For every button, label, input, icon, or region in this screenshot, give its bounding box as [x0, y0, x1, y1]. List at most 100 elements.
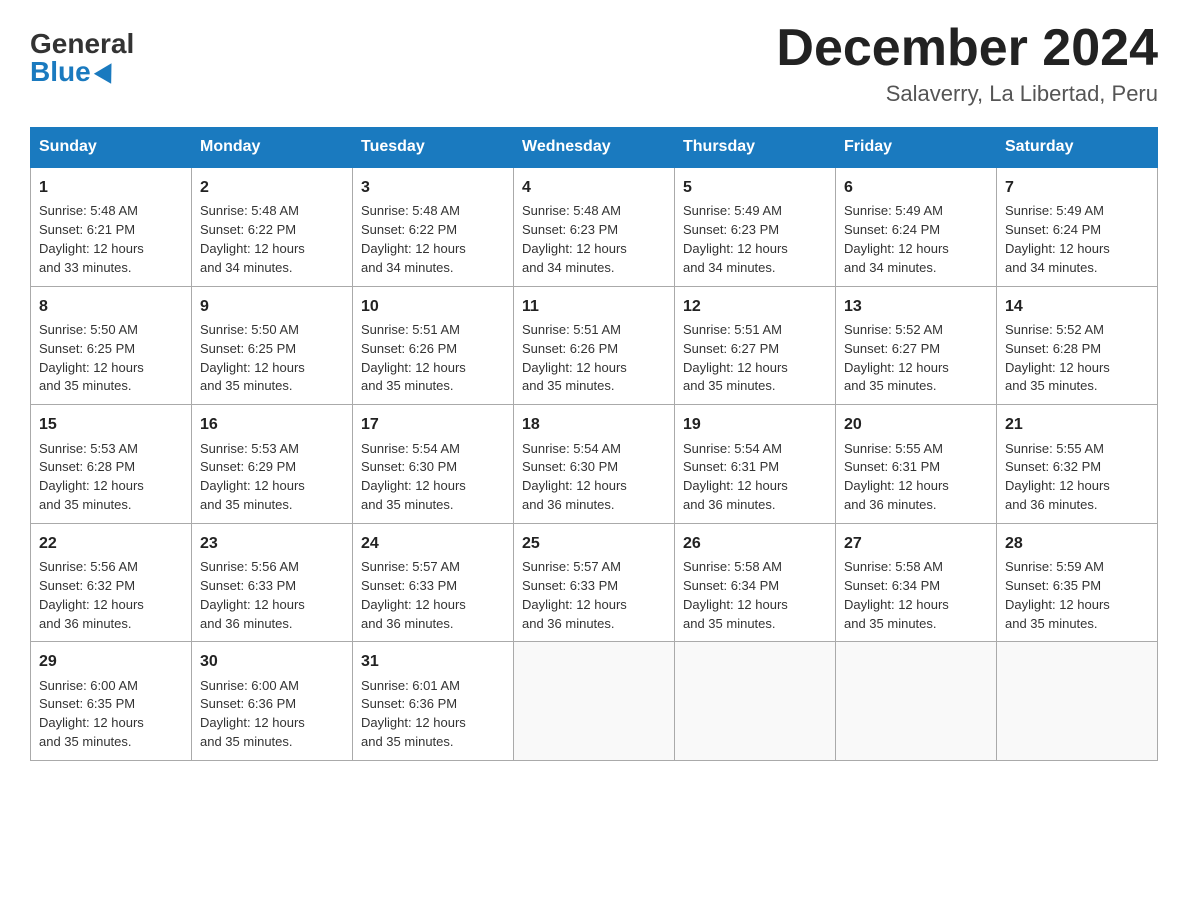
day-number: 27 [844, 532, 988, 555]
calendar-header: SundayMondayTuesdayWednesdayThursdayFrid… [31, 128, 1158, 168]
day-info: Sunrise: 5:51 AMSunset: 6:27 PMDaylight:… [683, 322, 788, 394]
day-info: Sunrise: 5:56 AMSunset: 6:32 PMDaylight:… [39, 559, 144, 631]
col-header-sunday: Sunday [31, 128, 192, 168]
calendar-week-row: 8Sunrise: 5:50 AMSunset: 6:25 PMDaylight… [31, 286, 1158, 405]
calendar-cell: 8Sunrise: 5:50 AMSunset: 6:25 PMDaylight… [31, 286, 192, 405]
day-info: Sunrise: 6:01 AMSunset: 6:36 PMDaylight:… [361, 678, 466, 750]
calendar-cell: 9 Sunrise: 5:50 AMSunset: 6:25 PMDaylight… [192, 286, 353, 405]
day-info: Sunrise: 5:48 AMSunset: 6:22 PMDaylight:… [361, 203, 466, 275]
day-info: Sunrise: 5:49 AMSunset: 6:23 PMDaylight:… [683, 203, 788, 275]
day-info: Sunrise: 5:55 AMSunset: 6:31 PMDaylight:… [844, 441, 949, 513]
calendar-cell: 22 Sunrise: 5:56 AMSunset: 6:32 PMDayligh… [31, 523, 192, 642]
calendar-week-row: 22 Sunrise: 5:56 AMSunset: 6:32 PMDayligh… [31, 523, 1158, 642]
day-info: Sunrise: 5:49 AMSunset: 6:24 PMDaylight:… [1005, 203, 1110, 275]
day-info: Sunrise: 5:55 AMSunset: 6:32 PMDaylight:… [1005, 441, 1110, 513]
calendar-week-row: 15 Sunrise: 5:53 AMSunset: 6:28 PMDayligh… [31, 405, 1158, 524]
day-number: 18 [522, 413, 666, 436]
calendar-cell: 12 Sunrise: 5:51 AMSunset: 6:27 PMDayligh… [675, 286, 836, 405]
day-number: 10 [361, 295, 505, 318]
day-number: 21 [1005, 413, 1149, 436]
calendar-cell: 21 Sunrise: 5:55 AMSunset: 6:32 PMDayligh… [997, 405, 1158, 524]
day-info: Sunrise: 5:54 AMSunset: 6:30 PMDaylight:… [361, 441, 466, 513]
day-info: Sunrise: 5:48 AMSunset: 6:23 PMDaylight:… [522, 203, 627, 275]
day-number: 9 [200, 295, 344, 318]
calendar-cell: 4Sunrise: 5:48 AMSunset: 6:23 PMDaylight… [514, 167, 675, 286]
day-number: 20 [844, 413, 988, 436]
day-number: 15 [39, 413, 183, 436]
day-number: 1 [39, 176, 183, 199]
calendar-cell: 19Sunrise: 5:54 AMSunset: 6:31 PMDayligh… [675, 405, 836, 524]
day-info: Sunrise: 5:52 AMSunset: 6:28 PMDaylight:… [1005, 322, 1110, 394]
logo-general-text: General [30, 30, 134, 58]
calendar-cell: 14 Sunrise: 5:52 AMSunset: 6:28 PMDayligh… [997, 286, 1158, 405]
calendar-cell: 18Sunrise: 5:54 AMSunset: 6:30 PMDayligh… [514, 405, 675, 524]
day-info: Sunrise: 5:59 AMSunset: 6:35 PMDaylight:… [1005, 559, 1110, 631]
day-info: Sunrise: 5:52 AMSunset: 6:27 PMDaylight:… [844, 322, 949, 394]
day-info: Sunrise: 5:53 AMSunset: 6:29 PMDaylight:… [200, 441, 305, 513]
col-header-tuesday: Tuesday [353, 128, 514, 168]
day-number: 12 [683, 295, 827, 318]
day-number: 29 [39, 650, 183, 673]
calendar-body: 1 Sunrise: 5:48 AMSunset: 6:21 PMDaylight… [31, 167, 1158, 760]
day-info: Sunrise: 5:50 AMSunset: 6:25 PMDaylight:… [200, 322, 305, 394]
calendar-cell: 20 Sunrise: 5:55 AMSunset: 6:31 PMDayligh… [836, 405, 997, 524]
calendar-cell [997, 642, 1158, 761]
day-number: 24 [361, 532, 505, 555]
day-info: Sunrise: 5:58 AMSunset: 6:34 PMDaylight:… [844, 559, 949, 631]
day-info: Sunrise: 5:51 AMSunset: 6:26 PMDaylight:… [361, 322, 466, 394]
day-number: 7 [1005, 176, 1149, 199]
calendar-cell: 10 Sunrise: 5:51 AMSunset: 6:26 PMDayligh… [353, 286, 514, 405]
day-info: Sunrise: 5:50 AMSunset: 6:25 PMDaylight:… [39, 322, 144, 394]
day-info: Sunrise: 5:56 AMSunset: 6:33 PMDaylight:… [200, 559, 305, 631]
calendar-cell: 11 Sunrise: 5:51 AMSunset: 6:26 PMDayligh… [514, 286, 675, 405]
calendar-cell: 7 Sunrise: 5:49 AMSunset: 6:24 PMDaylight… [997, 167, 1158, 286]
day-number: 28 [1005, 532, 1149, 555]
day-info: Sunrise: 5:51 AMSunset: 6:26 PMDaylight:… [522, 322, 627, 394]
calendar-title: December 2024 [776, 20, 1158, 77]
day-info: Sunrise: 5:58 AMSunset: 6:34 PMDaylight:… [683, 559, 788, 631]
day-number: 2 [200, 176, 344, 199]
day-number: 23 [200, 532, 344, 555]
day-number: 30 [200, 650, 344, 673]
day-number: 3 [361, 176, 505, 199]
day-info: Sunrise: 5:49 AMSunset: 6:24 PMDaylight:… [844, 203, 949, 275]
calendar-cell: 23 Sunrise: 5:56 AMSunset: 6:33 PMDayligh… [192, 523, 353, 642]
day-info: Sunrise: 5:48 AMSunset: 6:21 PMDaylight:… [39, 203, 144, 275]
calendar-cell [836, 642, 997, 761]
col-header-thursday: Thursday [675, 128, 836, 168]
day-info: Sunrise: 6:00 AMSunset: 6:35 PMDaylight:… [39, 678, 144, 750]
day-number: 25 [522, 532, 666, 555]
calendar-cell: 16 Sunrise: 5:53 AMSunset: 6:29 PMDayligh… [192, 405, 353, 524]
day-number: 14 [1005, 295, 1149, 318]
day-number: 17 [361, 413, 505, 436]
calendar-cell: 3 Sunrise: 5:48 AMSunset: 6:22 PMDaylight… [353, 167, 514, 286]
day-info: Sunrise: 5:53 AMSunset: 6:28 PMDaylight:… [39, 441, 144, 513]
col-header-monday: Monday [192, 128, 353, 168]
day-number: 16 [200, 413, 344, 436]
day-info: Sunrise: 6:00 AMSunset: 6:36 PMDaylight:… [200, 678, 305, 750]
day-info: Sunrise: 5:48 AMSunset: 6:22 PMDaylight:… [200, 203, 305, 275]
calendar-cell: 25 Sunrise: 5:57 AMSunset: 6:33 PMDayligh… [514, 523, 675, 642]
calendar-cell: 13Sunrise: 5:52 AMSunset: 6:27 PMDayligh… [836, 286, 997, 405]
calendar-cell: 30 Sunrise: 6:00 AMSunset: 6:36 PMDayligh… [192, 642, 353, 761]
day-number: 31 [361, 650, 505, 673]
col-header-friday: Friday [836, 128, 997, 168]
calendar-cell: 27 Sunrise: 5:58 AMSunset: 6:34 PMDayligh… [836, 523, 997, 642]
day-info: Sunrise: 5:57 AMSunset: 6:33 PMDaylight:… [522, 559, 627, 631]
day-number: 11 [522, 295, 666, 318]
calendar-cell: 5Sunrise: 5:49 AMSunset: 6:23 PMDaylight… [675, 167, 836, 286]
calendar-cell: 17 Sunrise: 5:54 AMSunset: 6:30 PMDayligh… [353, 405, 514, 524]
calendar-cell [675, 642, 836, 761]
calendar-cell [514, 642, 675, 761]
calendar-cell: 2 Sunrise: 5:48 AMSunset: 6:22 PMDaylight… [192, 167, 353, 286]
calendar-week-row: 29 Sunrise: 6:00 AMSunset: 6:35 PMDayligh… [31, 642, 1158, 761]
page-header: General Blue December 2024 Salaverry, La… [30, 20, 1158, 107]
day-number: 19 [683, 413, 827, 436]
calendar-cell: 26Sunrise: 5:58 AMSunset: 6:34 PMDayligh… [675, 523, 836, 642]
calendar-week-row: 1 Sunrise: 5:48 AMSunset: 6:21 PMDaylight… [31, 167, 1158, 286]
calendar-cell: 1 Sunrise: 5:48 AMSunset: 6:21 PMDaylight… [31, 167, 192, 286]
logo-triangle-icon [94, 58, 120, 84]
day-number: 22 [39, 532, 183, 555]
calendar-subtitle: Salaverry, La Libertad, Peru [776, 81, 1158, 107]
calendar-table: SundayMondayTuesdayWednesdayThursdayFrid… [30, 127, 1158, 761]
